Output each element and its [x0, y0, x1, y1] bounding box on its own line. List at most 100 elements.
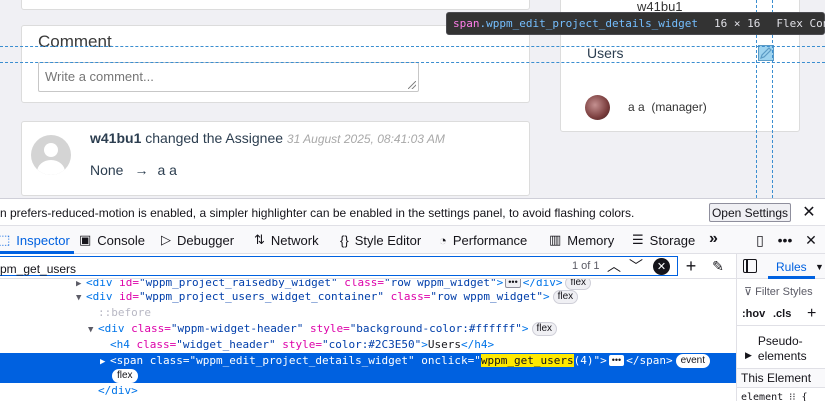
collapsed-children-icon[interactable]: •••	[505, 279, 521, 288]
attr-value: "row wppm_widget"	[384, 279, 497, 289]
tab-style-editor[interactable]: {} Style Editor	[340, 226, 421, 254]
clear-search-icon[interactable]: ✕	[653, 258, 670, 275]
comment-placeholder: Write a comment...	[45, 69, 154, 84]
activity-action: changed the Assignee	[145, 130, 284, 146]
flex-badge[interactable]: flex	[552, 290, 579, 304]
text-node: Users	[427, 338, 462, 351]
activity-change: None → a a	[90, 162, 177, 178]
cls-toggle-button[interactable]: .cls	[773, 308, 791, 320]
devtools-toolbar: ⬚ Inspector ▣ Console ▷ Debugger ⇅ Network {…	[0, 226, 825, 254]
arrow-right-icon: →	[134, 162, 149, 178]
filter-styles-input[interactable]: ⊽ Filter Styles	[744, 285, 813, 298]
debugger-icon: ▷	[161, 232, 171, 247]
attr-value: "wppm_edit_project_details_widget"	[189, 354, 415, 367]
more-options-icon[interactable]: •••	[775, 230, 795, 250]
add-rule-icon[interactable]: +	[807, 305, 816, 323]
tab-console[interactable]: ▣ Console	[79, 226, 145, 254]
tab-inspector[interactable]: ⬚ Inspector	[0, 226, 74, 254]
markup-node[interactable]: ▼ <div class="wppm-widget-header" style="…	[0, 321, 736, 337]
tab-label: Storage	[649, 232, 696, 248]
attr-value: "	[474, 354, 481, 367]
resize-grip-icon[interactable]	[408, 81, 416, 89]
toggle-pane-icon[interactable]	[743, 259, 757, 273]
chevron-down-icon[interactable]: ﹀	[626, 256, 646, 276]
more-tabs-icon[interactable]: »	[709, 230, 718, 248]
highlighter-infobar: span .wppm_edit_project_details_widget 16…	[446, 12, 825, 35]
activity-user: w41bu1	[90, 130, 142, 146]
previous-activity-card	[21, 0, 530, 10]
tab-memory[interactable]: ▥ Memory	[549, 226, 614, 254]
expand-arrow-icon: ▶	[745, 350, 752, 360]
tag-name: <div	[86, 279, 120, 289]
attr-name: class=	[337, 279, 385, 289]
markup-closing-tag[interactable]: </div>	[0, 383, 736, 399]
markup-node[interactable]: <h4 class="widget_header" style="color:#…	[0, 337, 736, 353]
tab-rules[interactable]: Rules	[768, 254, 815, 279]
attr-value: (4)"	[573, 354, 601, 367]
rules-sidebar: Rules ▼ ⊽ Filter Styles :hov .cls + ▶ Pse…	[736, 254, 825, 401]
chevron-down-icon[interactable]: ▼	[815, 262, 824, 272]
comment-input[interactable]: Write a comment...	[38, 62, 419, 92]
close-icon[interactable]: ✕	[799, 201, 819, 223]
markup-search-bar: pm_get_users 1 of 1 ︿ ﹀ ✕ + ✎	[0, 254, 736, 279]
tab-label: Inspector	[16, 232, 70, 248]
network-icon: ⇅	[254, 232, 265, 247]
tag-name: <div	[86, 290, 120, 303]
flex-badge[interactable]: flex	[112, 369, 138, 383]
attr-value: "wppm-widget-header"	[170, 322, 304, 335]
close-devtools-icon[interactable]: ✕	[801, 230, 821, 250]
attr-name: class=	[149, 354, 190, 367]
rules-tabs: Rules ▼	[737, 254, 825, 279]
dock-icon[interactable]: ▯	[750, 230, 770, 250]
tab-label: Performance	[452, 232, 528, 248]
activity-date: 31 August 2025, 08:41:03 AM	[286, 132, 445, 146]
markup-pseudo-node[interactable]: ::before	[0, 305, 736, 321]
collapsed-children-icon[interactable]: •••	[608, 355, 625, 366]
markup-node[interactable]: ▼ <div id="wppm_project_users_widget_cont…	[0, 289, 736, 305]
tag-name: >	[600, 354, 607, 367]
markup-view: ▶ <div id="wppm_project_raisedby_widget" …	[0, 279, 736, 401]
activity-from: None	[90, 162, 124, 178]
infobar-type: Flex Container/Item	[776, 17, 825, 30]
attr-name: class=	[384, 290, 431, 303]
storage-icon: ☰	[632, 232, 644, 247]
pseudo-elements-toggle[interactable]: ▶ Pseudo-elements	[745, 334, 820, 364]
chevron-up-icon[interactable]: ︿	[604, 256, 624, 276]
collapse-arrow-icon[interactable]: ▼	[76, 290, 86, 306]
open-settings-button[interactable]: Open Settings	[709, 203, 791, 222]
eyedropper-icon[interactable]: ✎	[708, 256, 728, 276]
tab-label: Network	[270, 232, 319, 248]
page-viewport: Comment Write a comment... w41bu1 change…	[0, 0, 825, 198]
attr-value: "row wppm_widget"	[430, 290, 543, 303]
comment-card: Comment Write a comment...	[21, 25, 530, 103]
user-entry: a a (manager)	[628, 100, 707, 114]
tag-name: <div	[98, 322, 132, 335]
notice-text: n prefers-reduced-motion is enabled, a s…	[0, 206, 635, 220]
expand-arrow-icon[interactable]: ▶	[100, 355, 110, 370]
event-badge[interactable]: event	[675, 354, 711, 368]
user-role: (manager)	[651, 100, 707, 114]
add-node-icon[interactable]: +	[681, 256, 701, 276]
collapse-arrow-icon[interactable]: ▼	[88, 322, 98, 338]
hov-toggle-button[interactable]: :hov	[742, 308, 765, 320]
tab-network[interactable]: ⇅ Network	[254, 226, 319, 254]
search-value: pm_get_users	[0, 262, 77, 276]
markup-node-selected[interactable]: ▶ <span class="wppm_edit_project_details_…	[0, 353, 736, 383]
edit-icon[interactable]	[758, 45, 774, 61]
search-result-count: 1 of 1	[572, 260, 600, 272]
tab-debugger[interactable]: ▷ Debugger	[161, 226, 234, 254]
tab-storage[interactable]: ☰ Storage	[632, 226, 695, 254]
infobar-class: .wppm_edit_project_details_widget	[479, 17, 699, 30]
tag-name: </div>	[98, 384, 138, 397]
attr-name: style=	[275, 338, 322, 351]
attr-name: class=	[136, 338, 177, 351]
user-name: a a	[628, 100, 645, 114]
tab-label: Memory	[567, 232, 615, 248]
tab-performance[interactable]: ◔ Performance	[439, 226, 527, 254]
attr-name: style=	[303, 322, 350, 335]
attr-name: onclick=	[414, 354, 475, 367]
console-icon: ▣	[79, 232, 92, 247]
users-widget-header: Users	[587, 45, 624, 61]
flex-badge[interactable]: flex	[531, 322, 558, 336]
tab-label: Style Editor	[354, 232, 422, 248]
